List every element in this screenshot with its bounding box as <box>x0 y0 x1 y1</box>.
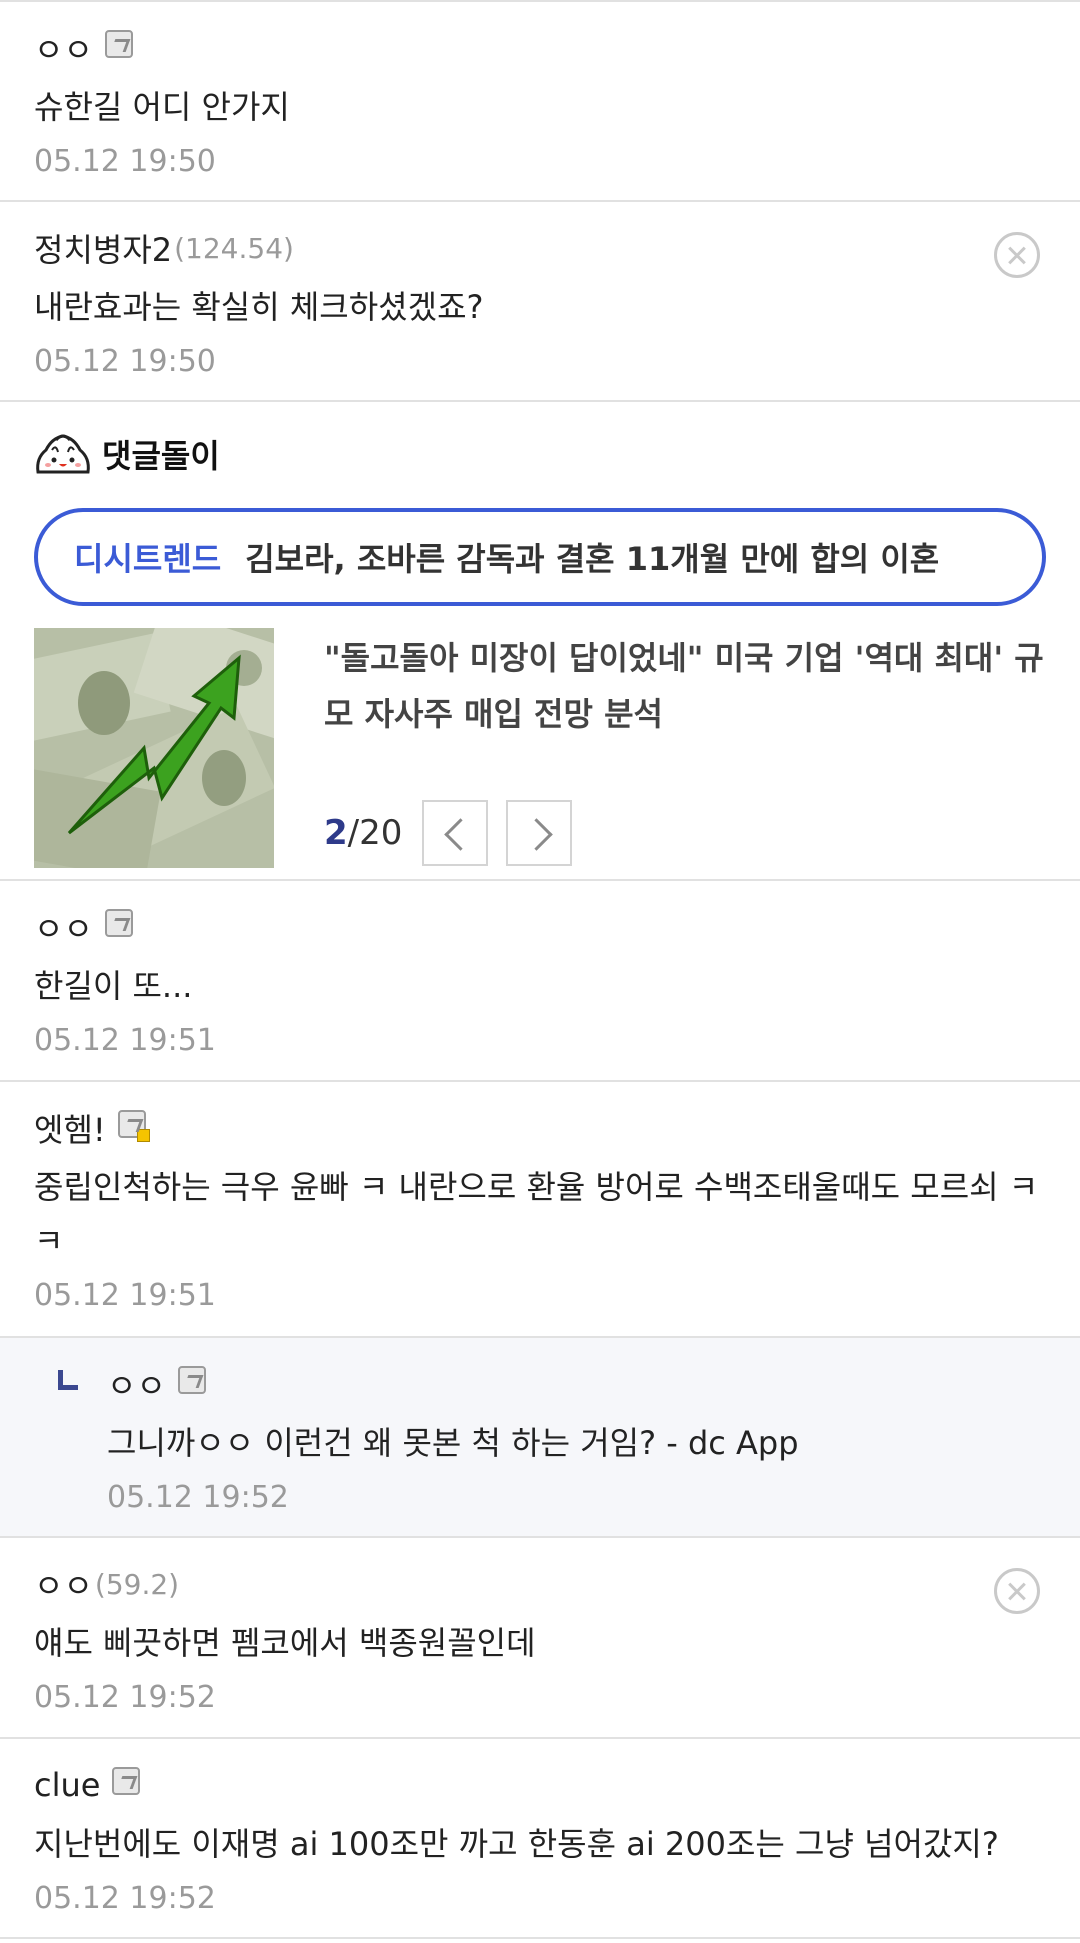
comment-item: clue 지난번에도 이재명 ai 100조만 까고 한동훈 ai 200조는 … <box>0 1739 1080 1939</box>
comment-item: 정치병자2 (124.54) 내란효과는 확실히 체크하셨겠죠? 05.12 1… <box>0 202 1080 402</box>
comment-author[interactable]: 정치병자2 (124.54) <box>34 222 1046 274</box>
trend-banner[interactable]: 디시트렌드 김보라, 조바른 감독과 결혼 11개월 만에 합의 이혼 <box>34 508 1046 606</box>
comment-ip: (59.2) <box>94 1567 180 1601</box>
fixed-nick-icon <box>112 1767 141 1795</box>
comment-item: ㅇㅇ (59.2) 얘도 삐끗하면 펨코에서 백종원꼴인데 05.12 19:5… <box>0 1538 1080 1739</box>
comment-author[interactable]: ㅇㅇ <box>34 901 1046 953</box>
comment-nickname[interactable]: ㅇㅇ <box>34 904 93 950</box>
fixed-nick-icon <box>104 30 133 58</box>
comment-text: 슈한길 어디 안가지 <box>34 88 290 126</box>
comment-item: ㅇㅇ 한길이 또... 05.12 19:51 <box>0 881 1080 1082</box>
comment-nickname[interactable]: ㅇㅇ <box>107 1361 166 1407</box>
comment-ip: (124.54) <box>174 231 294 265</box>
comment-date: 05.12 19:51 <box>34 1278 216 1313</box>
comment-text: 얘도 삐끗하면 펨코에서 백종원꼴인데 <box>34 1624 536 1662</box>
page-current: 2 <box>324 813 348 853</box>
comment-date: 05.12 19:52 <box>34 1680 216 1715</box>
comment-nickname[interactable]: ㅇㅇ <box>34 1561 93 1607</box>
delete-comment-button[interactable] <box>994 232 1040 278</box>
reply-arrow-icon <box>58 1370 78 1390</box>
comment-text: 중립인척하는 극우 윤빠 ㅋ 내란으로 환율 방어로 수백조태울때도 모르쇠 ㅋ… <box>34 1168 1039 1260</box>
trend-tag: 디시트렌드 <box>74 540 222 578</box>
comment-list: ㅇㅇ 슈한길 어디 안가지 05.12 19:50 정치병자2 (124.54)… <box>0 0 1080 1939</box>
news-info: "돌고돌아 미장이 답이었네" 미국 기업 '역대 최대' 규모 자사주 매입 … <box>324 628 1046 868</box>
news-card[interactable]: "돌고돌아 미장이 답이었네" 미국 기업 '역대 최대' 규모 자사주 매입 … <box>34 628 1046 868</box>
dumpling-bot-icon <box>36 434 90 474</box>
trend-title[interactable]: 김보라, 조바른 감독과 결혼 11개월 만에 합의 이혼 <box>245 534 939 580</box>
comment-author[interactable]: ㅇㅇ <box>34 22 1046 74</box>
comment-nickname[interactable]: 정치병자2 <box>34 225 172 271</box>
fixed-nick-icon <box>177 1366 206 1394</box>
semi-fixed-nick-icon <box>117 1110 150 1142</box>
fixed-nick-icon <box>104 909 133 937</box>
comment-author[interactable]: 엣헴! <box>34 1102 1046 1154</box>
comment-date: 05.12 19:50 <box>34 344 216 379</box>
news-pager: 2/20 <box>324 800 590 866</box>
comment-text: 내란효과는 확실히 체크하셨겠죠? <box>34 288 484 326</box>
prev-page-button[interactable] <box>422 800 489 866</box>
bot-name: 댓글돌이 <box>102 437 220 475</box>
comment-nickname[interactable]: ㅇㅇ <box>34 25 93 71</box>
comment-date: 05.12 19:50 <box>34 144 216 179</box>
next-page-button[interactable] <box>506 800 573 866</box>
page-indicator: 2/20 <box>324 813 402 853</box>
comment-date: 05.12 19:52 <box>34 1881 216 1916</box>
comment-item: ㅇㅇ 슈한길 어디 안가지 05.12 19:50 <box>0 2 1080 202</box>
page-total: /20 <box>347 813 403 853</box>
bot-header: 댓글돌이 <box>34 428 1046 480</box>
comment-text: 그니까ㅇㅇ 이런건 왜 못본 척 하는 거임? - dc App <box>107 1424 799 1462</box>
delete-comment-button[interactable] <box>994 1568 1040 1614</box>
comment-author[interactable]: clue <box>34 1759 1046 1811</box>
dollar-chart-thumbnail[interactable] <box>34 628 274 868</box>
comment-author[interactable]: ㅇㅇ (59.2) <box>34 1558 1046 1610</box>
comment-date: 05.12 19:52 <box>107 1480 289 1515</box>
reply-comment-item: ㅇㅇ 그니까ㅇㅇ 이런건 왜 못본 척 하는 거임? - dc App 05.1… <box>0 1338 1080 1538</box>
comment-author[interactable]: ㅇㅇ <box>107 1358 1046 1410</box>
comment-date: 05.12 19:51 <box>34 1023 216 1058</box>
comment-text: 한길이 또... <box>34 967 193 1005</box>
comment-bot-block: 댓글돌이 디시트렌드 김보라, 조바른 감독과 결혼 11개월 만에 합의 이혼… <box>0 402 1080 881</box>
comment-nickname[interactable]: clue <box>34 1766 100 1804</box>
comment-nickname[interactable]: 엣헴! <box>34 1105 106 1151</box>
news-title[interactable]: "돌고돌아 미장이 답이었네" 미국 기업 '역대 최대' 규모 자사주 매입 … <box>324 630 1046 742</box>
comment-text: 지난번에도 이재명 ai 100조만 까고 한동훈 ai 200조는 그냥 넘어… <box>34 1825 999 1863</box>
comment-item: 엣헴! 중립인척하는 극우 윤빠 ㅋ 내란으로 환율 방어로 수백조태울때도 모… <box>0 1082 1080 1338</box>
